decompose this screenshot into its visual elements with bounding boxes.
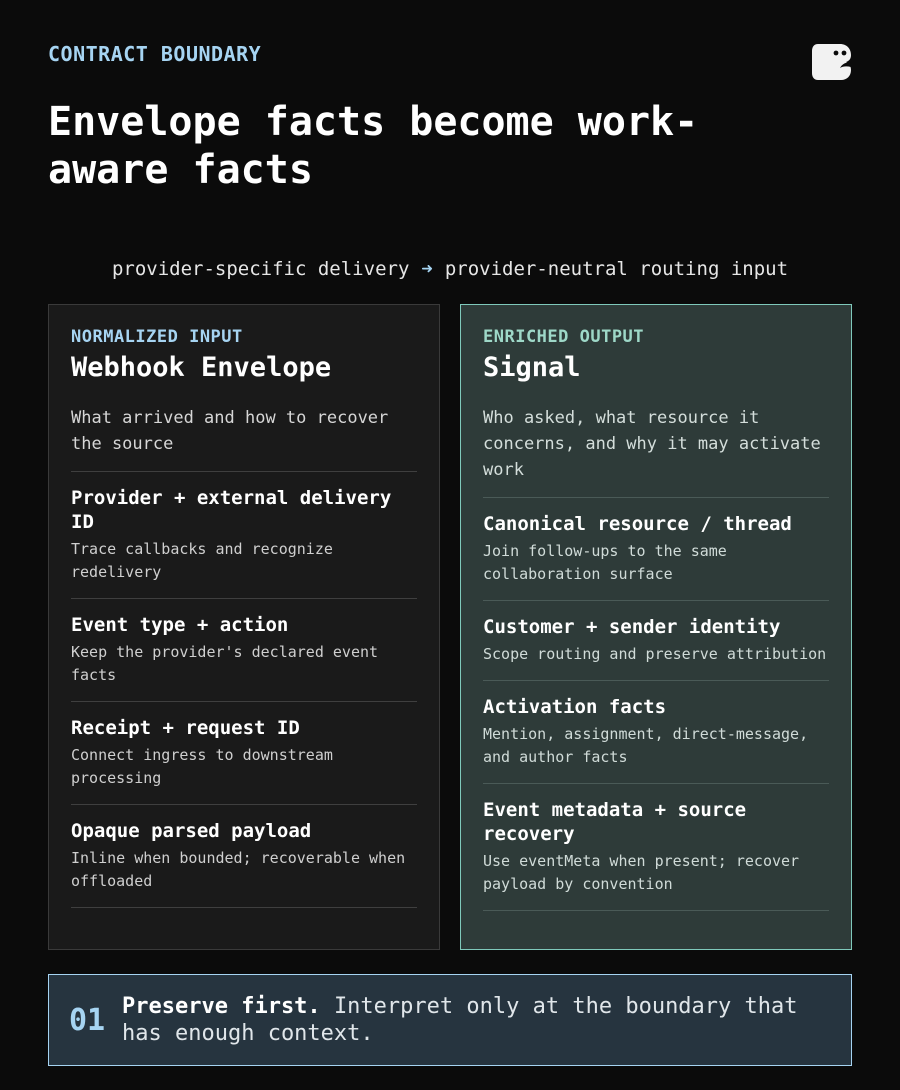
- item-title: Canonical resource / thread: [483, 513, 792, 535]
- arrow-right-icon: ➜: [421, 258, 433, 280]
- flow-from: provider-specific delivery: [111, 258, 410, 280]
- item-title: Activation facts: [483, 696, 667, 718]
- item-title: Event metadata + source recovery: [483, 799, 747, 845]
- item-title: Receipt + request ID: [71, 717, 300, 739]
- panel-heading: Signal: [483, 352, 581, 383]
- item-text: Inline when bounded; recoverable when of…: [71, 849, 406, 890]
- item-title: Provider + external delivery ID: [71, 487, 392, 533]
- panel-heading: Webhook Envelope: [71, 352, 332, 383]
- item-text: Trace callbacks and recognize redelivery: [71, 540, 333, 581]
- item-text: Use eventMeta when present; recover payl…: [483, 852, 800, 893]
- panel-description: What arrived and how to recover the sour…: [71, 405, 417, 472]
- principle-callout: 01 Preserve first. Interpret only at the…: [48, 974, 852, 1066]
- flow-to: provider-neutral routing input: [444, 258, 789, 280]
- flow-caption: provider-specific delivery ➜ provider-neut…: [0, 258, 900, 280]
- callout-text: Preserve first. Interpret only at the bo…: [122, 993, 822, 1047]
- list-item: Event type + action Keep the provider's …: [71, 599, 417, 702]
- item-text: Join follow-ups to the same collaboratio…: [483, 542, 727, 583]
- list-item: Activation facts Mention, assignment, di…: [483, 681, 829, 784]
- eyebrow-label: CONTRACT BOUNDARY: [48, 42, 262, 66]
- panel-kicker: ENRICHED OUTPUT: [483, 327, 645, 347]
- item-text: Connect ingress to downstream processing: [71, 746, 333, 787]
- item-title: Customer + sender identity: [483, 616, 781, 638]
- page-title: Envelope facts become work-aware facts: [48, 99, 699, 193]
- ghost-mascot-icon: [812, 44, 851, 80]
- list-item: Provider + external delivery ID Trace ca…: [71, 472, 417, 599]
- item-text: Scope routing and preserve attribution: [483, 645, 827, 663]
- item-title: Event type + action: [71, 614, 289, 636]
- enriched-output-panel: ENRICHED OUTPUT Signal Who asked, what r…: [460, 304, 852, 950]
- normalized-input-panel: NORMALIZED INPUT Webhook Envelope What a…: [48, 304, 440, 950]
- item-text: Mention, assignment, direct-message, and…: [483, 725, 809, 766]
- panel-kicker: NORMALIZED INPUT: [71, 327, 243, 347]
- list-item: Event metadata + source recovery Use eve…: [483, 784, 829, 911]
- list-item: Customer + sender identity Scope routing…: [483, 601, 829, 681]
- list-item: Canonical resource / thread Join follow-…: [483, 498, 829, 601]
- item-title: Opaque parsed payload: [71, 820, 312, 842]
- list-item: Receipt + request ID Connect ingress to …: [71, 702, 417, 805]
- callout-strong: Preserve first.: [122, 994, 321, 1019]
- panel-description: Who asked, what resource it concerns, an…: [483, 405, 829, 498]
- list-item: Opaque parsed payload Inline when bounde…: [71, 805, 417, 908]
- callout-number: 01: [69, 1003, 106, 1038]
- item-text: Keep the provider's declared event facts: [71, 643, 379, 684]
